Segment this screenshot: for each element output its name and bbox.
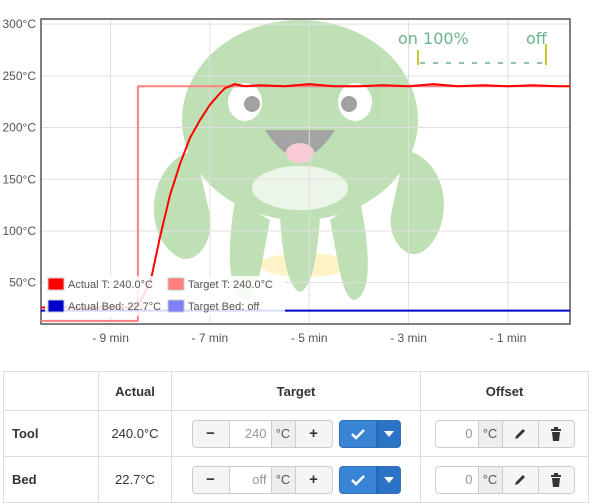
y-tick-label: 250°C [3,69,37,83]
caret-down-icon [383,430,394,437]
tool-offset-delete-button[interactable] [538,419,575,448]
bed-offset-controls: 0 °C [420,456,589,503]
bed-decrease-button[interactable]: − [191,465,230,494]
x-axis-ticks: - 9 min - 7 min - 5 min - 3 min - 1 min [92,331,526,345]
header-target: Target [171,371,421,411]
legend-target-tool: Target T: 240.0°C [188,279,273,291]
bed-target-controls: − off °C + [171,456,421,503]
header-offset: Offset [420,371,589,411]
legend-target-bed: Target Bed: off [188,301,260,313]
x-tick-label: - 5 min [291,331,328,345]
annotation-off: off [526,29,548,48]
bed-offset-input[interactable]: 0 [434,465,479,494]
check-icon [350,474,365,486]
temperature-chart: 300°C 250°C 200°C 150°C 100°C 50°C - 9 min - 7… [3,17,571,345]
tool-offset-controls: 0 °C [420,410,589,457]
tool-offset-edit-button[interactable] [502,419,539,448]
bed-target-input[interactable]: off [229,465,272,494]
temperature-table: Actual Target Offset Tool 240.0°C − 240 … [3,371,589,503]
caret-down-icon [383,476,394,483]
legend-swatch-target-bed [167,299,185,313]
tool-offset-unit: °C [478,419,503,448]
y-tick-label: 50°C [9,276,36,290]
bed-offset-edit-button[interactable] [502,465,539,494]
tool-target-unit: °C [271,419,296,448]
y-tick-label: 300°C [3,17,37,31]
annotation-on: on 100% [398,29,469,48]
tool-offset-input[interactable]: 0 [434,419,479,448]
bed-offset-unit: °C [478,465,503,494]
legend-actual-bed: Actual Bed: 22.7°C [68,301,161,313]
header-blank [3,371,99,411]
pencil-icon [515,474,525,485]
row-label-tool: Tool [3,410,99,457]
legend-swatch-target-tool [167,277,185,291]
bed-offset-delete-button[interactable] [538,465,575,494]
x-tick-label: - 1 min [490,331,527,345]
legend-actual-tool: Actual T: 240.0°C [68,279,153,291]
bed-set-button[interactable] [338,465,377,494]
check-icon [350,428,365,440]
bed-target-unit: °C [271,465,296,494]
trash-icon [551,426,561,441]
table-row-tool: Tool 240.0°C − 240 °C + 0 °C [3,410,589,457]
octopus-mascot-watermark [153,20,444,300]
y-tick-label: 150°C [3,172,37,186]
temperature-graph: 300°C 250°C 200°C 150°C 100°C 50°C - 9 min - 7… [0,0,592,350]
table-header-row: Actual Target Offset [3,371,589,411]
y-axis-ticks: 300°C 250°C 200°C 150°C 100°C 50°C [3,17,37,289]
y-tick-label: 100°C [3,224,37,238]
bed-dropdown-button[interactable] [376,465,401,494]
x-tick-label: - 3 min [390,331,427,345]
header-actual: Actual [98,371,172,411]
legend-swatch-actual-tool [47,277,65,291]
tool-actual-temp: 240.0°C [98,410,172,457]
handwritten-annotation: on 100% off [398,29,548,65]
bed-increase-button[interactable]: + [294,465,333,494]
tool-increase-button[interactable]: + [294,419,333,448]
tool-dropdown-button[interactable] [376,419,401,448]
y-tick-label: 200°C [3,121,37,135]
x-tick-label: - 7 min [192,331,229,345]
tool-decrease-button[interactable]: − [191,419,230,448]
trash-icon [551,472,561,487]
legend-swatch-actual-bed [47,299,65,313]
tool-target-input[interactable]: 240 [229,419,272,448]
tool-target-controls: − 240 °C + [171,410,421,457]
row-label-bed: Bed [3,456,99,503]
bed-actual-temp: 22.7°C [98,456,172,503]
tool-set-button[interactable] [338,419,377,448]
chart-legend: Actual T: 240.0°C Target T: 240.0°C Actu… [45,276,285,316]
x-tick-label: - 9 min [92,331,129,345]
pencil-icon [515,428,525,439]
table-row-bed: Bed 22.7°C − off °C + 0 °C [3,456,589,503]
